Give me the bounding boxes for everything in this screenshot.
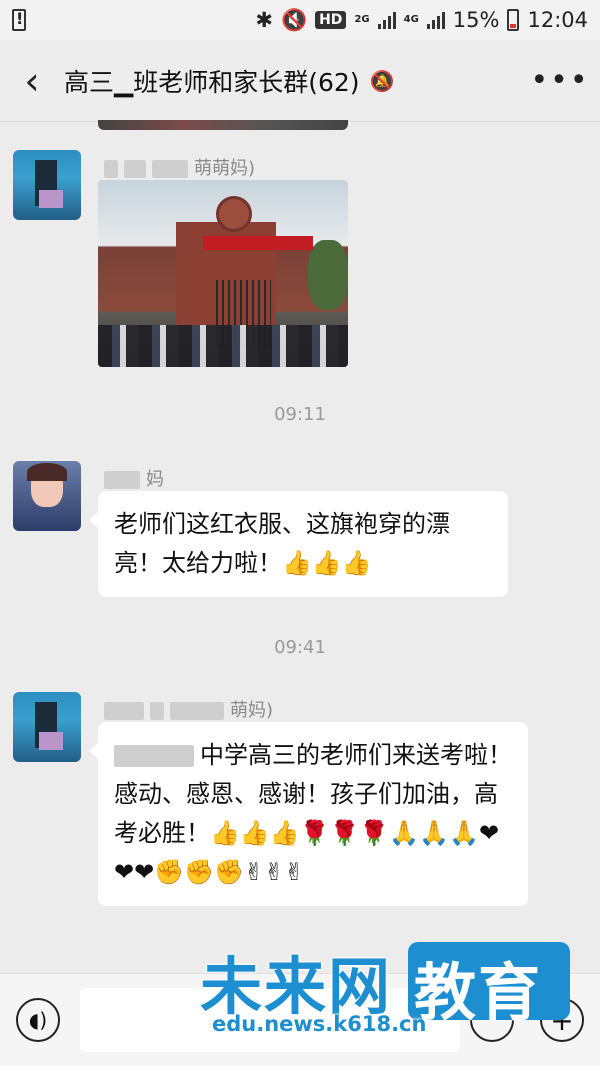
signal-icon — [377, 11, 396, 29]
message-text: 老师们这红衣服、这旗袍穿的漂亮！太给力啦！👍👍👍 — [114, 510, 450, 577]
chat-header: ‹ 高三▁班老师和家长群(62) 🔕 ••• — [0, 40, 600, 122]
message-image[interactable] — [98, 180, 348, 367]
bell-off-icon: 🔕 — [369, 68, 395, 93]
hd-badge: HD — [315, 11, 347, 29]
message-bubble[interactable]: 老师们这红衣服、这旗袍穿的漂亮！太给力啦！👍👍👍 — [89, 491, 508, 597]
battery-percent: 15% — [452, 8, 500, 32]
signal-icon-2 — [426, 11, 445, 29]
sender-name: 妈 — [104, 465, 164, 491]
more-button[interactable]: ••• — [520, 63, 600, 98]
mute-status-icon: 🔇 — [280, 7, 308, 32]
watermark: 未来网 教育 edu.news.k618.cn — [200, 936, 578, 1046]
watermark-url: edu.news.k618.cn — [212, 1012, 427, 1036]
clock: 12:04 — [527, 8, 588, 32]
message-bubble[interactable]: 中学高三的老师们来送考啦！感动、感恩、感谢！孩子们加油，高考必胜！👍👍👍🌹🌹🌹🙏… — [89, 722, 528, 906]
previous-image[interactable] — [98, 120, 348, 130]
watermark-box-text: 教育 — [414, 956, 543, 1029]
sender-name: 萌萌妈) — [104, 154, 255, 180]
voice-button[interactable]: ◖) — [16, 998, 60, 1042]
sender-name: 萌妈) — [104, 696, 273, 722]
avatar[interactable] — [13, 461, 81, 531]
status-bar: ✱ 🔇 HD 2G 4G 15% 12:04 — [0, 0, 600, 40]
avatar[interactable] — [13, 150, 81, 220]
network-4g-label: 4G — [403, 14, 419, 25]
network-2g-label: 2G — [354, 14, 370, 25]
notification-icon — [12, 9, 26, 31]
battery-icon — [507, 9, 520, 31]
back-button[interactable]: ‹ — [0, 40, 64, 122]
bluetooth-icon: ✱ — [255, 8, 273, 32]
voice-icon: ◖) — [28, 1008, 48, 1032]
chat-title[interactable]: 高三▁班老师和家长群(62) — [64, 63, 360, 99]
timestamp: 09:11 — [274, 404, 326, 425]
chevron-left-icon: ‹ — [24, 58, 40, 103]
avatar[interactable] — [13, 692, 81, 762]
timestamp: 09:41 — [274, 637, 326, 658]
more-dots-icon: ••• — [530, 63, 590, 98]
message-text: 中学高三的老师们来送考啦！感动、感恩、感谢！孩子们加油，高考必胜！👍👍👍🌹🌹🌹🙏… — [114, 741, 512, 886]
